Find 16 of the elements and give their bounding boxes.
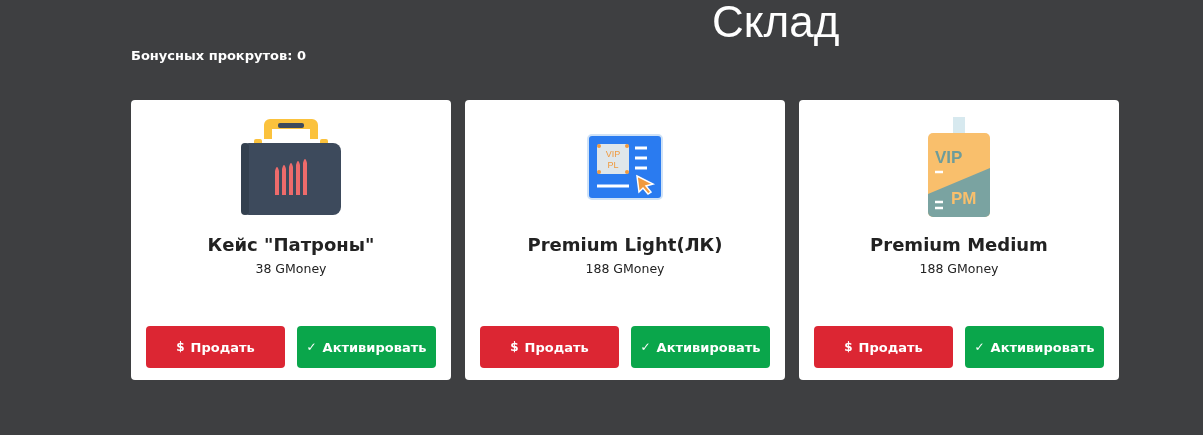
item-name: Premium Medium bbox=[870, 234, 1048, 255]
activate-button[interactable]: ✓ Активировать bbox=[965, 326, 1104, 368]
activate-button[interactable]: ✓ Активировать bbox=[297, 326, 436, 368]
bonus-counter: Бонусных прокрутов: 0 bbox=[131, 48, 306, 63]
item-price: 38 GMoney bbox=[255, 261, 327, 276]
page-title: Склад bbox=[712, 0, 840, 44]
vip-card-icon: VIP PL bbox=[587, 134, 663, 200]
item-name: Premium Light(ЛК) bbox=[527, 234, 723, 255]
sell-button[interactable]: $ Продать bbox=[814, 326, 953, 368]
sell-button[interactable]: $ Продать bbox=[146, 326, 285, 368]
item-name: Кейс "Патроны" bbox=[207, 234, 375, 255]
item-price: 188 GMoney bbox=[585, 261, 665, 276]
briefcase-icon bbox=[240, 117, 342, 217]
sell-button[interactable]: $ Продать bbox=[480, 326, 619, 368]
activate-button[interactable]: ✓ Активировать bbox=[631, 326, 770, 368]
item-price: 188 GMoney bbox=[919, 261, 999, 276]
